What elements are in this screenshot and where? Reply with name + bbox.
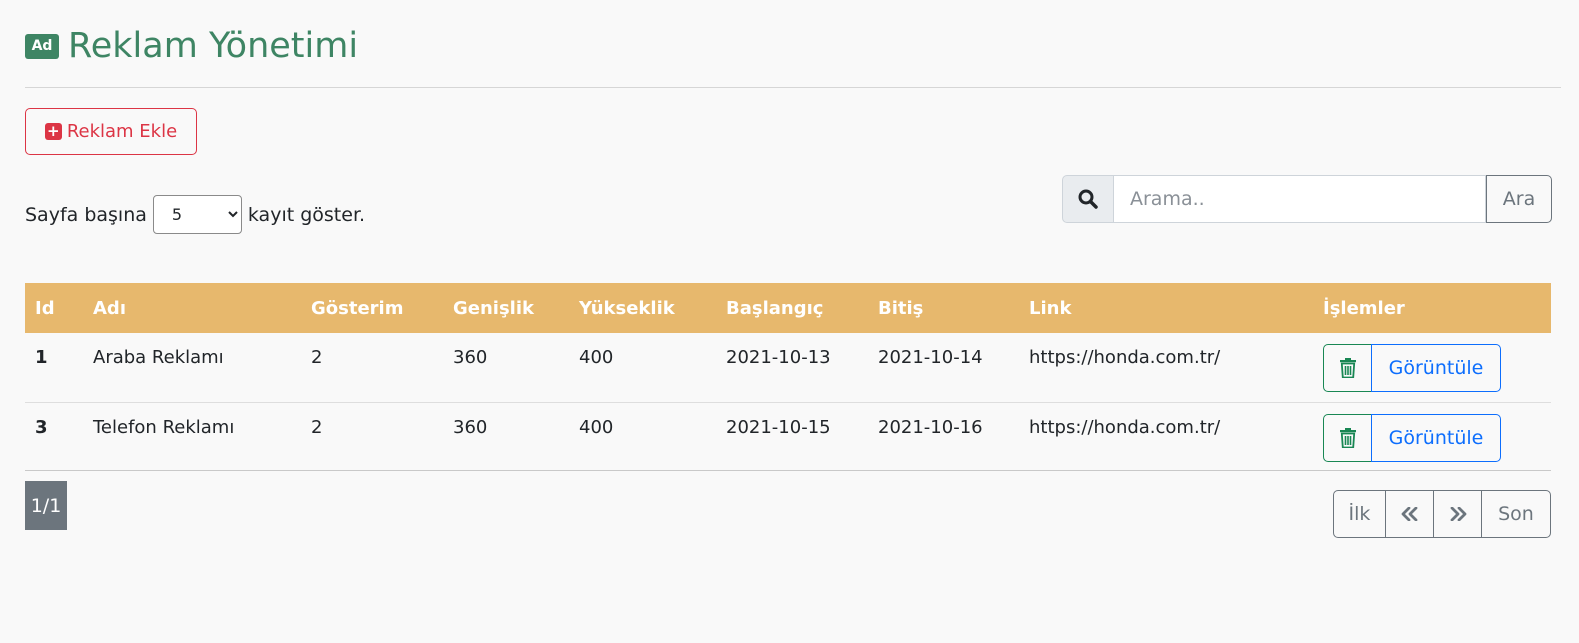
- cell-width: 360: [453, 347, 488, 368]
- ads-table: Id Adı Gösterim Genişlik Yükseklik Başla…: [25, 283, 1551, 471]
- cell-id: 1: [35, 347, 48, 368]
- cell-end: 2021-10-16: [878, 416, 983, 438]
- ad-icon: Ad: [25, 33, 59, 59]
- plus-square-icon: +: [44, 123, 62, 140]
- pagination: İlk Son: [1333, 490, 1551, 538]
- per-page-suffix: kayıt göster.: [247, 203, 366, 226]
- col-width: Genişlik: [453, 297, 534, 319]
- search-input[interactable]: [1114, 175, 1486, 223]
- first-page-button[interactable]: İlk: [1333, 490, 1386, 538]
- next-page-button[interactable]: [1433, 490, 1482, 538]
- cell-views: 2: [311, 416, 323, 438]
- trash-icon: [1339, 427, 1356, 448]
- col-end: Bitiş: [878, 297, 924, 319]
- per-page-control: Sayfa başına 5 kayıt göster.: [25, 195, 365, 234]
- search-button[interactable]: Ara: [1486, 175, 1552, 223]
- cell-link: https://honda.com.tr/: [1029, 347, 1221, 368]
- search-icon: [1062, 175, 1114, 223]
- double-chevron-right-icon: [1450, 507, 1466, 521]
- col-height: Yükseklik: [579, 297, 675, 319]
- view-button[interactable]: Görüntüle: [1371, 413, 1501, 462]
- delete-button[interactable]: [1323, 344, 1372, 392]
- cell-end: 2021-10-14: [878, 347, 983, 368]
- page-title: Reklam Yönetimi: [68, 26, 359, 66]
- title-divider: [25, 87, 1561, 88]
- cell-views: 2: [311, 347, 323, 368]
- double-chevron-left-icon: [1401, 507, 1417, 521]
- cell-start: 2021-10-13: [726, 347, 831, 368]
- col-views: Gösterim: [311, 297, 404, 319]
- cell-width: 360: [453, 416, 488, 438]
- cell-height: 400: [579, 416, 614, 438]
- table-row: 1 Araba Reklamı 2 360 400 2021-10-13 202…: [25, 333, 1551, 402]
- view-button[interactable]: Görüntüle: [1371, 344, 1501, 392]
- page-count-badge: 1/1: [25, 481, 67, 530]
- previous-page-button[interactable]: [1385, 490, 1434, 538]
- cell-start: 2021-10-15: [726, 416, 831, 438]
- add-ad-label: Reklam Ekle: [66, 121, 178, 142]
- row-action-group: Görüntüle: [1323, 413, 1541, 462]
- delete-button[interactable]: [1323, 413, 1372, 462]
- col-start: Başlangıç: [726, 297, 824, 319]
- cell-height: 400: [579, 347, 614, 368]
- cell-actions: Görüntüle: [1313, 402, 1551, 470]
- per-page-select[interactable]: 5: [152, 195, 242, 234]
- col-link: Link: [1029, 297, 1072, 319]
- col-id: Id: [35, 297, 55, 319]
- add-ad-button[interactable]: + Reklam Ekle: [25, 108, 197, 155]
- page-header: Ad Reklam Yönetimi: [25, 26, 358, 66]
- table-row: 3 Telefon Reklamı 2 360 400 2021-10-15 2…: [25, 402, 1551, 470]
- cell-id: 3: [35, 416, 48, 438]
- per-page-prefix: Sayfa başına: [25, 203, 147, 226]
- cell-link: https://honda.com.tr/: [1029, 416, 1221, 438]
- col-name: Adı: [93, 297, 126, 319]
- table-header-row: Id Adı Gösterim Genişlik Yükseklik Başla…: [25, 283, 1551, 333]
- cell-name: Telefon Reklamı: [93, 416, 235, 438]
- row-action-group: Görüntüle: [1323, 344, 1541, 392]
- cell-actions: Görüntüle: [1313, 333, 1551, 402]
- col-actions: İşlemler: [1323, 297, 1405, 319]
- cell-name: Araba Reklamı: [93, 347, 224, 368]
- last-page-button[interactable]: Son: [1481, 490, 1551, 538]
- search-group: Ara: [1062, 175, 1552, 223]
- trash-icon: [1339, 358, 1356, 378]
